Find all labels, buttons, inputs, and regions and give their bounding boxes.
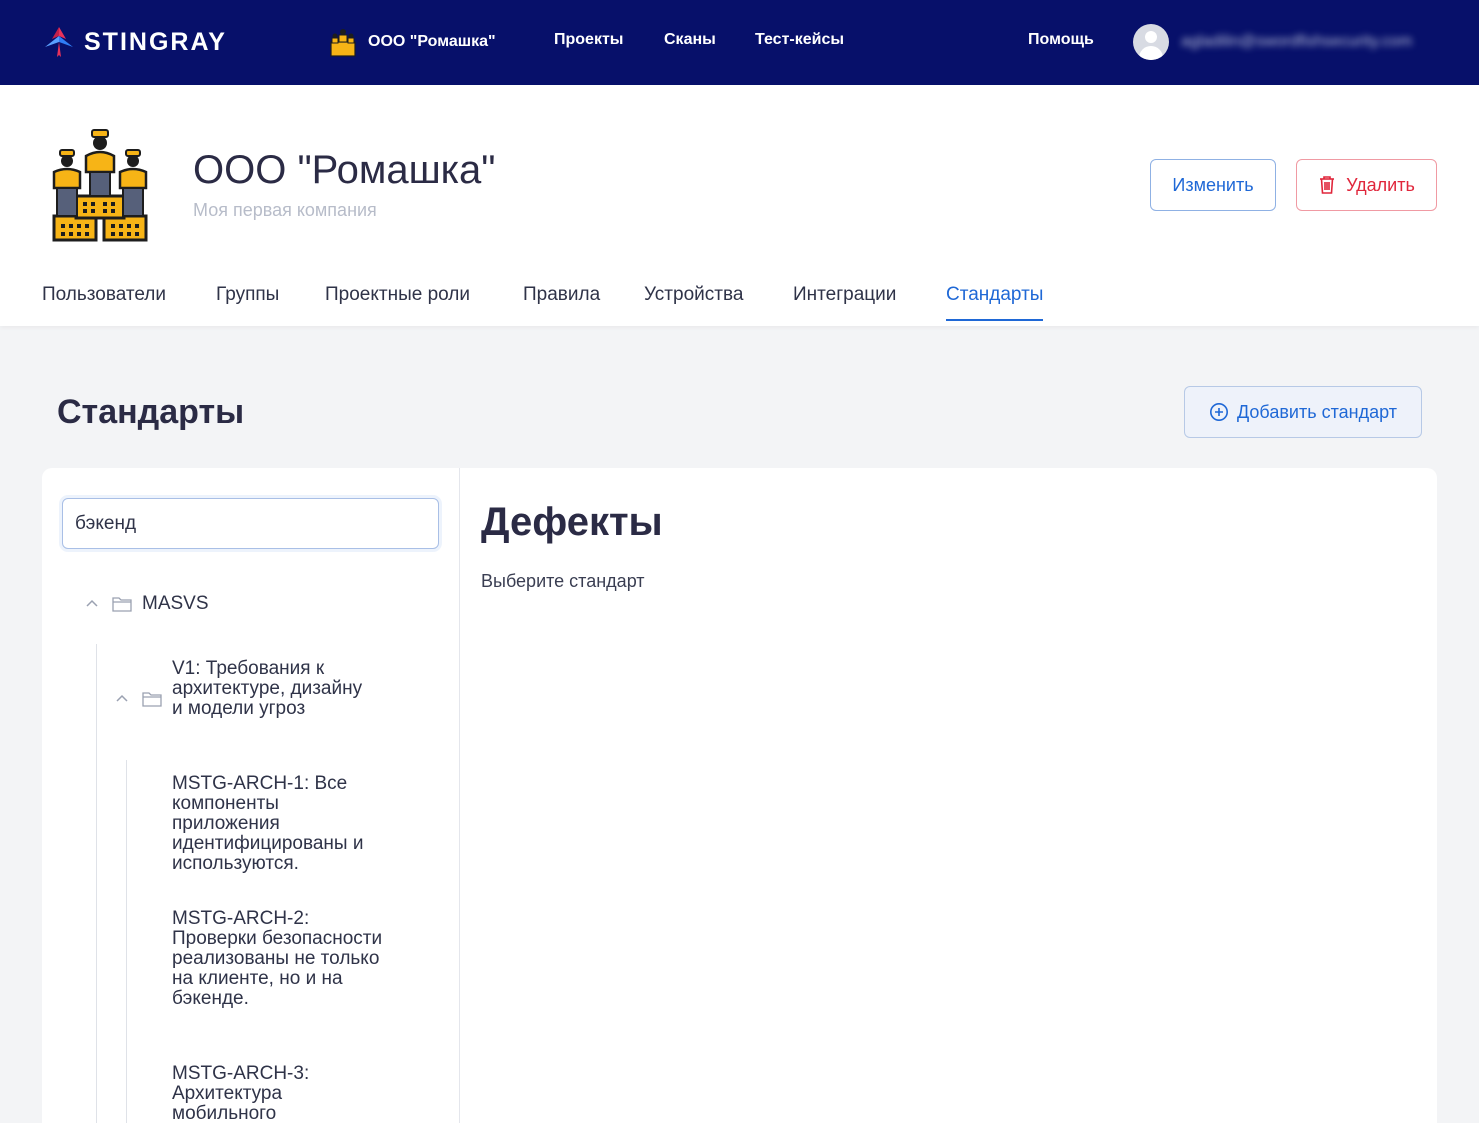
user-avatar-icon <box>1133 24 1169 60</box>
nav-test-cases-link[interactable]: Тест-кейсы <box>755 31 844 49</box>
defects-title: Дефекты <box>481 500 663 544</box>
edit-button-label: Изменить <box>1172 174 1254 195</box>
company-header: ООО "Ромашка" Моя первая компания Измени… <box>0 85 1479 326</box>
company-logo-icon <box>52 129 148 242</box>
plus-circle-icon <box>1210 403 1229 421</box>
brand-logo[interactable]: STINGRAY <box>42 26 227 58</box>
folder-icon <box>112 597 132 612</box>
tab-standards[interactable]: Стандарты <box>946 284 1044 321</box>
select-standard-hint: Выберите стандарт <box>481 571 645 591</box>
company-subtitle: Моя первая компания <box>193 200 377 220</box>
folder-icon <box>142 692 162 707</box>
delete-company-button[interactable]: Удалить <box>1296 159 1437 211</box>
brand-name: STINGRAY <box>84 27 227 56</box>
stingray-logo-icon <box>45 27 73 57</box>
tree-item-mstg-arch-3[interactable]: MSTG-ARCH-3: Архитектура мобильного <box>172 1064 387 1123</box>
tab-integrations[interactable]: Интеграции <box>793 284 896 319</box>
add-standard-button[interactable]: Добавить стандарт <box>1184 386 1422 438</box>
user-menu[interactable]: agladilin@swordfishsecurity.com <box>1133 24 1412 60</box>
tab-users[interactable]: Пользователи <box>42 284 166 319</box>
tree-group-v1[interactable]: V1: Требования к архитектуре, дизайну и … <box>172 659 372 719</box>
top-navigation-bar: STINGRAY ООО "Ромашка" Проекты Сканы Тес… <box>0 0 1479 85</box>
tree-item-mstg-arch-1[interactable]: MSTG-ARCH-1: Все компоненты приложения и… <box>172 774 387 874</box>
chevron-up-icon[interactable] <box>83 595 101 613</box>
tree-guide-line <box>96 644 97 1123</box>
page-title: Стандарты <box>57 393 245 431</box>
delete-button-label: Удалить <box>1346 174 1415 195</box>
tree-guide-line <box>126 760 127 1123</box>
chevron-up-icon[interactable] <box>113 690 131 708</box>
user-email: agladilin@swordfishsecurity.com <box>1181 33 1413 50</box>
search-input[interactable] <box>62 498 439 549</box>
tree-item-mstg-arch-2[interactable]: MSTG-ARCH-2: Проверки безопасности реали… <box>172 909 387 1009</box>
company-title: ООО "Ромашка" <box>193 148 496 192</box>
panel-divider <box>459 468 460 1123</box>
nav-scans-link[interactable]: Сканы <box>664 31 716 49</box>
edit-company-button[interactable]: Изменить <box>1150 159 1276 211</box>
trash-icon <box>1320 176 1335 194</box>
tree-root-masvs[interactable]: MASVS <box>142 594 209 614</box>
tab-devices[interactable]: Устройства <box>644 284 743 319</box>
tab-groups[interactable]: Группы <box>216 284 279 319</box>
organization-switcher[interactable]: ООО "Ромашка" <box>328 26 496 58</box>
help-link[interactable]: Помощь <box>1028 31 1094 49</box>
nav-projects-link[interactable]: Проекты <box>554 31 623 49</box>
organization-name: ООО "Ромашка" <box>368 33 496 50</box>
tab-project-roles[interactable]: Проектные роли <box>325 284 470 319</box>
add-standard-label: Добавить стандарт <box>1237 401 1397 422</box>
company-avatar-icon <box>330 29 356 57</box>
tab-rules[interactable]: Правила <box>523 284 600 319</box>
